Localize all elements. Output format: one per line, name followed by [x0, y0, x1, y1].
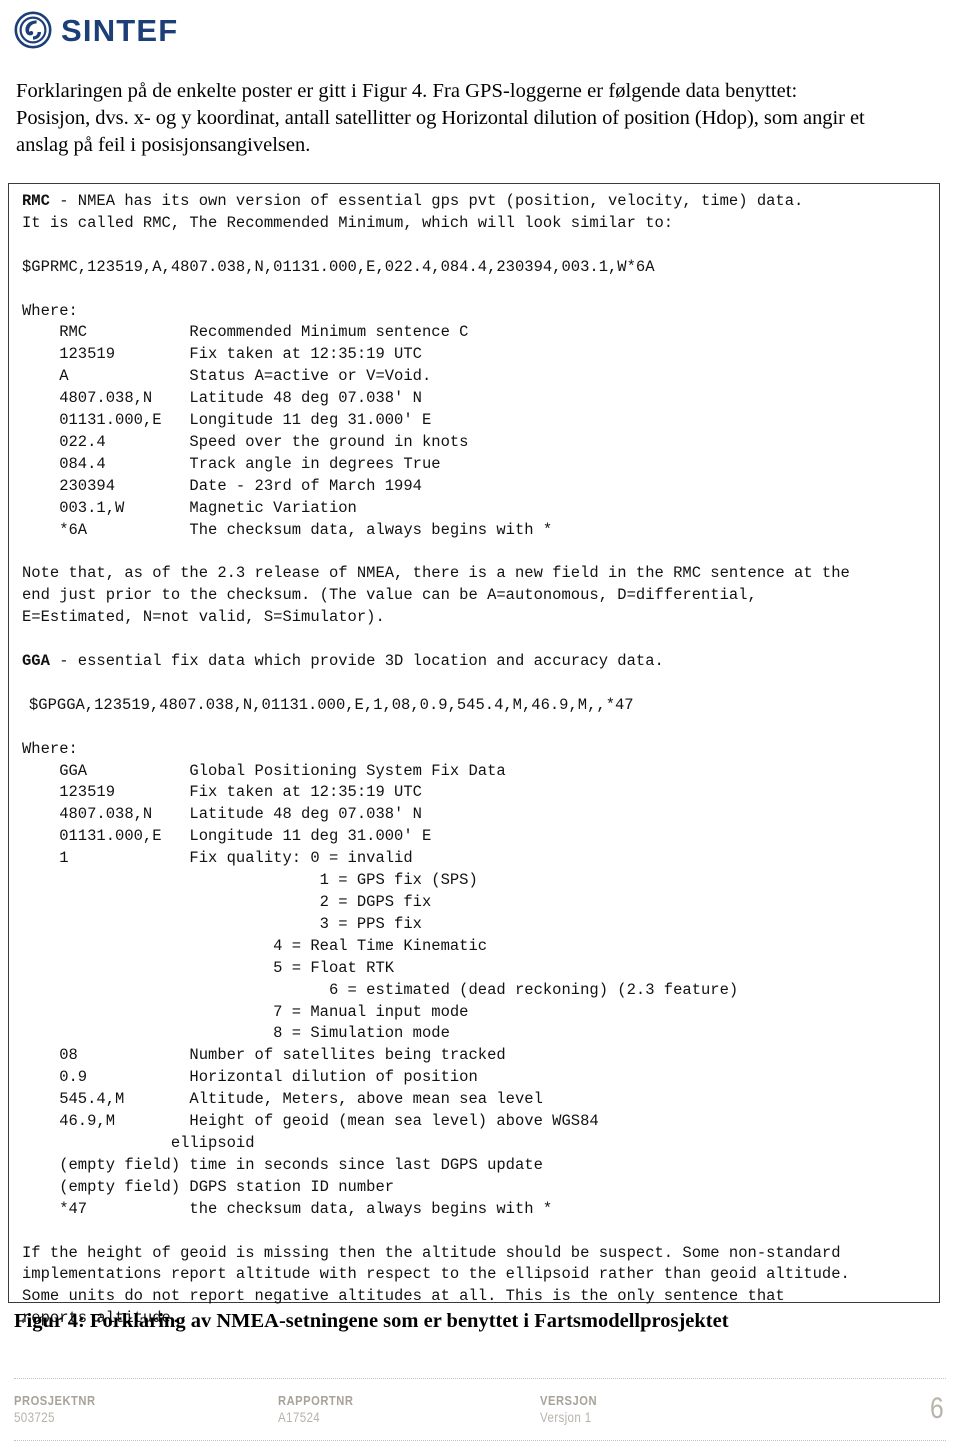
gga-field-list: GGA Global Positioning System Fix Data 1… [22, 761, 939, 871]
gga-field-row: 123519 Fix taken at 12:35:19 UTC [22, 783, 422, 802]
gga-field-row: 4807.038,N Latitude 48 deg 07.038' N [22, 805, 422, 824]
footer-label-versjon: VERSJON [540, 1393, 598, 1408]
footer-col-prosjektnr: PROSJEKTNR 503725 [14, 1392, 109, 1427]
footer-value-rapportnr: A17524 [278, 1410, 321, 1425]
footer-col-rapportnr: RAPPORTNR A17524 [278, 1392, 366, 1427]
rmc-field-list: RMC Recommended Minimum sentence C 12351… [22, 322, 939, 541]
sintef-circle-logo-icon [14, 11, 52, 49]
spacer-5 [22, 673, 939, 695]
gga-fix-quality-row: 6 = estimated (dead reckoning) (2.3 feat… [22, 980, 739, 999]
rmc-note-line-1: Note that, as of the 2.3 release of NMEA… [22, 564, 850, 583]
rmc-field-row: 01131.000,E Longitude 11 deg 31.000' E [22, 411, 432, 430]
gga-sentence: $GPGGA,123519,4807.038,N,01131.000,E,1,0… [29, 695, 634, 714]
footer-divider-bottom [14, 1440, 946, 1441]
rmc-field-row: 003.1,W Magnetic Variation [22, 498, 357, 517]
gga-closing-line-1: If the height of geoid is missing then t… [22, 1243, 841, 1262]
gga-field-row: (empty field) DGPS station ID number [22, 1177, 395, 1196]
rmc-heading-rest: - NMEA has its own version of essential … [49, 192, 804, 210]
rmc-heading: RMC - NMEA has its own version of essent… [22, 191, 939, 213]
footer-label-rapportnr: RAPPORTNR [278, 1393, 354, 1408]
gga-field-row: 545.4,M Altitude, Meters, above mean sea… [22, 1090, 543, 1109]
rmc-sentence: $GPRMC,123519,A,4807.038,N,01131.000,E,0… [22, 257, 655, 276]
sintef-wordmark: SINTEF [61, 12, 179, 48]
rmc-field-row: 4807.038,N Latitude 48 deg 07.038' N [22, 389, 422, 408]
gga-field-row: (empty field) time in seconds since last… [22, 1155, 543, 1174]
rmc-field-row: *6A The checksum data, always begins wit… [22, 520, 553, 539]
gga-fix-quality-row: 3 = PPS fix [22, 914, 422, 933]
spacer-6 [22, 717, 939, 739]
gga-fix-quality-row: 2 = DGPS fix [22, 893, 432, 911]
gga-fix-quality-row: 7 = Manual input mode [22, 1002, 469, 1021]
gga-field-row: 46.9,M Height of geoid (mean sea level) … [22, 1112, 599, 1131]
footer-col-versjon: VERSJON Versjon 1 [540, 1392, 606, 1427]
gga-field-row: *47 the checksum data, always begins wit… [22, 1199, 553, 1218]
rmc-where-label: Where: [22, 301, 78, 320]
rmc-key: RMC [22, 192, 50, 210]
figure-caption: Figur 4: Forklaring av NMEA-setningene s… [14, 1310, 729, 1332]
rmc-field-row: 022.4 Speed over the ground in knots [22, 432, 469, 451]
footer-value-versjon: Versjon 1 [540, 1410, 592, 1425]
gga-field-list-tail: 08 Number of satellites being tracked 0.… [22, 1045, 939, 1220]
gga-fix-quality-row: 4 = Real Time Kinematic [22, 936, 488, 955]
gga-fix-quality-row: 8 = Simulation mode [22, 1024, 450, 1043]
footer-divider-top [14, 1378, 946, 1379]
brand-header: SINTEF [14, 8, 178, 52]
intro-line-2: Posisjon, dvs. x- og y koordinat, antall… [16, 107, 865, 129]
intro-paragraph: Forklaringen på de enkelte poster er git… [16, 78, 928, 159]
spacer-3 [22, 542, 939, 564]
rmc-field-row: 230394 Date - 23rd of March 1994 [22, 476, 422, 495]
rmc-field-row: 084.4 Track angle in degrees True [22, 454, 441, 473]
page-footer: PROSJEKTNR 503725 RAPPORTNR A17524 VERSJ… [0, 1378, 960, 1448]
gga-field-row: ellipsoid [22, 1133, 255, 1152]
gga-field-row: 08 Number of satellites being tracked [22, 1046, 506, 1065]
gga-field-row: 1 Fix quality: 0 = invalid [22, 849, 413, 868]
gga-closing-line-2: implementations report altitude with res… [22, 1265, 850, 1284]
spacer-4 [22, 629, 939, 651]
rmc-note-line-2: end just prior to the checksum. (The val… [22, 586, 757, 605]
gga-field-row: GGA Global Positioning System Fix Data [22, 761, 506, 780]
rmc-field-row: RMC Recommended Minimum sentence C [22, 323, 469, 342]
gga-heading-rest: - essential fix data which provide 3D lo… [49, 652, 664, 671]
spacer-2 [22, 279, 939, 301]
footer-label-prosjektnr: PROSJEKTNR [14, 1393, 96, 1408]
rmc-heading-line2: It is called RMC, The Recommended Minimu… [22, 213, 674, 232]
spacer-1 [22, 235, 939, 257]
gga-fix-quality-row: 1 = GPS fix (SPS) [22, 871, 478, 890]
rmc-field-row: A Status A=active or V=Void. [22, 367, 432, 386]
gga-field-row: 0.9 Horizontal dilution of position [22, 1068, 478, 1087]
gga-fix-quality-row: 5 = Float RTK [22, 958, 395, 977]
intro-line-1: Forklaringen på de enkelte poster er git… [16, 80, 798, 102]
nmea-figure-box: RMC - NMEA has its own version of essent… [8, 183, 940, 1327]
gga-key: GGA [22, 652, 50, 671]
intro-line-3: anslag på feil i posisjonsangivelsen. [16, 134, 311, 156]
gga-heading: GGA - essential fix data which provide 3… [22, 651, 939, 673]
rmc-note-line-3: E=Estimated, N=not valid, S=Simulator). [22, 608, 385, 627]
page-number: 6 [930, 1392, 944, 1425]
gga-where-label: Where: [22, 739, 78, 758]
footer-value-prosjektnr: 503725 [14, 1410, 55, 1425]
gga-field-row: 01131.000,E Longitude 11 deg 31.000' E [22, 827, 432, 846]
gga-fix-quality-list: 1 = GPS fix (SPS) 2 = DGPS fix 3 = PPS f… [22, 870, 939, 1045]
gga-closing-line-3: Some units do not report negative altitu… [22, 1287, 785, 1306]
spacer-7 [22, 1221, 939, 1243]
rmc-field-row: 123519 Fix taken at 12:35:19 UTC [22, 345, 422, 364]
